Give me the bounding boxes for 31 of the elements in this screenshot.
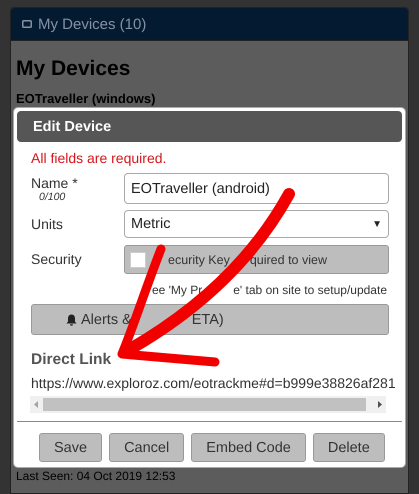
device-icon bbox=[22, 20, 32, 28]
scroll-right-icon[interactable] bbox=[378, 401, 382, 408]
last-seen-text: Last Seen: 04 Oct 2019 12:53 bbox=[16, 469, 176, 483]
dialog-button[interactable]: Cancel bbox=[109, 433, 184, 462]
checkbox-label: ecurity Key bbox=[168, 252, 230, 266]
caret-icon: ▼ bbox=[372, 218, 382, 230]
dialog-button[interactable]: Delete bbox=[312, 433, 385, 462]
section-heading: Direct Link bbox=[31, 351, 112, 369]
character-counter: 0/100 bbox=[39, 190, 66, 202]
direct-link[interactable]: https://www.exploroz.com/eotrackme#d=b999e38826af281 bbox=[31, 375, 402, 391]
horizontal-scrollbar[interactable] bbox=[30, 396, 386, 413]
bell-icon bbox=[66, 314, 77, 326]
dialog-title: Edit Device bbox=[17, 111, 402, 142]
field-label: Units bbox=[31, 216, 64, 232]
scroll-left-icon[interactable] bbox=[34, 401, 38, 408]
field-label: Name * bbox=[31, 174, 79, 190]
help-text: e' tab on site to setup/update bbox=[233, 283, 387, 297]
checkbox[interactable] bbox=[130, 252, 146, 268]
help-text: ee 'My Pr bbox=[152, 283, 202, 297]
dialog-button[interactable]: Save bbox=[39, 433, 102, 462]
page-heading: My Devices bbox=[16, 57, 132, 81]
security-toggle[interactable]: ecurity Key quired to view bbox=[124, 245, 389, 274]
dropdown-value: Metric bbox=[131, 216, 170, 232]
field-label: Security bbox=[31, 251, 83, 267]
dialog-button[interactable]: Embed Code bbox=[191, 433, 306, 462]
checkbox-label: quired to view bbox=[250, 252, 327, 266]
error-message: All fields are required. bbox=[31, 150, 168, 167]
units-dropdown[interactable]: Metric ▼ bbox=[124, 210, 389, 238]
panel-title: My Devices (10) bbox=[38, 16, 146, 32]
device-name: EOTraveller (windows) bbox=[16, 91, 156, 106]
name-field[interactable]: EOTraveller (android) bbox=[124, 173, 389, 204]
